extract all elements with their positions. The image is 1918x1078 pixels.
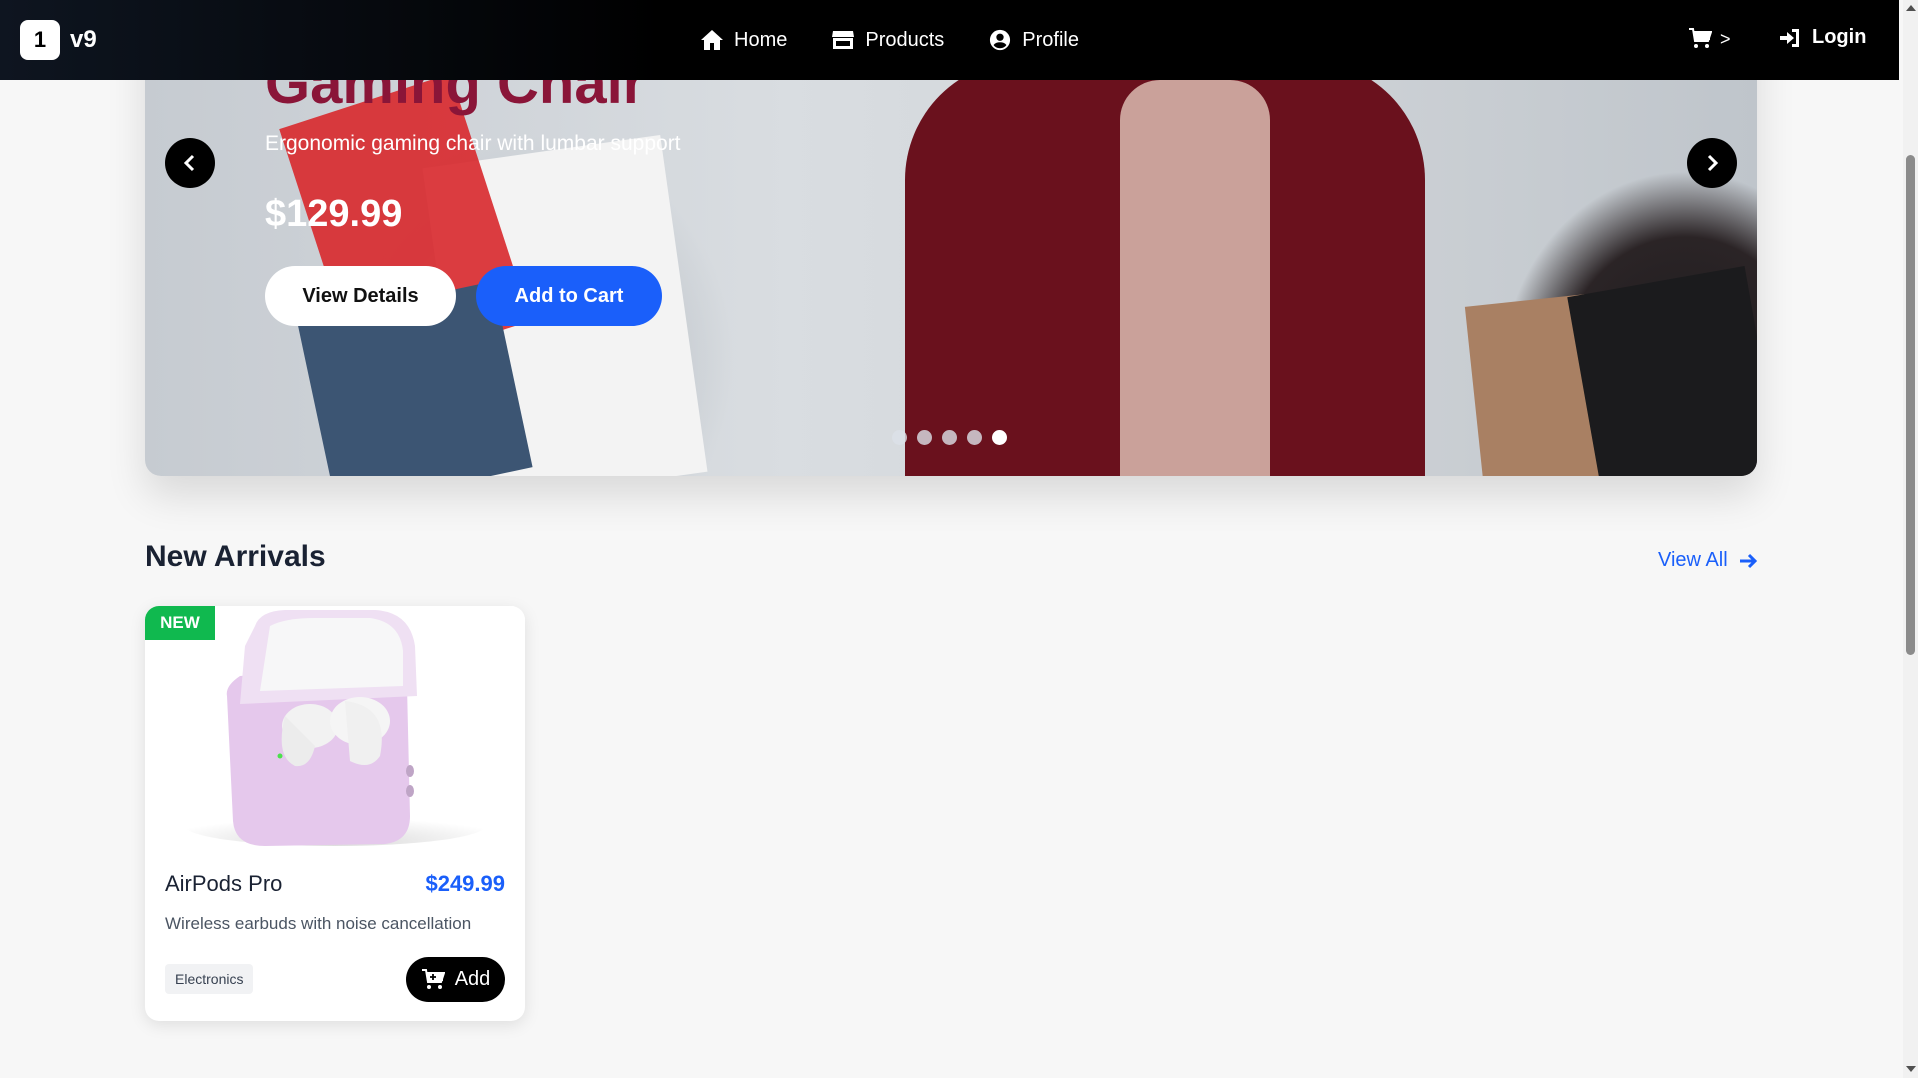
cart-label: > — [1720, 28, 1731, 49]
nav-link-profile[interactable]: Profile — [988, 29, 1079, 52]
scroll-up-arrow[interactable] — [1906, 5, 1916, 11]
nav-link-home[interactable]: Home — [700, 29, 787, 52]
hero-subtitle: Ergonomic gaming chair with lumbar suppo… — [265, 132, 681, 155]
product-description: Wireless earbuds with noise cancellation — [165, 914, 472, 933]
cart-button[interactable]: > — [1688, 28, 1731, 50]
category-tag: Electronics — [165, 964, 254, 994]
add-to-cart-button[interactable]: Add to Cart — [476, 266, 662, 326]
carousel-prev-button[interactable] — [165, 138, 215, 188]
hero-image-shape — [1567, 266, 1757, 476]
nav-links: Home Products Profile — [700, 0, 1079, 80]
scrollbar-thumb[interactable] — [1906, 155, 1915, 655]
carousel-dot[interactable] — [967, 430, 982, 445]
nav-link-label: Products — [865, 28, 945, 51]
view-all-label: View All — [1658, 549, 1728, 571]
carousel-dot[interactable] — [942, 430, 957, 445]
chevron-left-icon — [183, 154, 195, 172]
carousel-dot-active[interactable] — [992, 430, 1007, 445]
arrow-right-icon — [1739, 553, 1757, 568]
carousel-indicators — [892, 430, 1007, 445]
sign-in-icon — [1780, 28, 1799, 47]
nav-link-label: Profile — [1022, 28, 1079, 51]
nav-link-label: Home — [734, 28, 788, 51]
cart-plus-icon — [421, 968, 445, 989]
airpods-image — [185, 610, 485, 846]
page-scrollbar[interactable] — [1903, 0, 1918, 1078]
nav-link-products[interactable]: Products — [831, 29, 944, 52]
chevron-right-icon — [1707, 154, 1719, 172]
new-badge: NEW — [145, 606, 215, 640]
hero-image-shape — [1120, 80, 1270, 476]
home-icon — [701, 30, 723, 50]
hero-price: $129.99 — [265, 193, 403, 235]
carousel-next-button[interactable] — [1687, 138, 1737, 188]
logo-mark[interactable]: 1 — [20, 20, 60, 60]
add-label: Add — [454, 968, 491, 990]
add-button[interactable]: Add — [406, 957, 505, 1002]
view-details-button[interactable]: View Details — [265, 266, 456, 326]
top-navbar: 1 v9 Home Products Profile > Login — [0, 0, 1899, 80]
cart-icon — [1689, 28, 1712, 48]
product-name[interactable]: AirPods Pro — [165, 871, 282, 897]
login-button[interactable]: Login — [1778, 26, 1866, 49]
user-circle-icon — [990, 29, 1011, 51]
scroll-down-arrow[interactable] — [1906, 1066, 1916, 1072]
product-card[interactable]: NEW AirPods Pro $249.99 Wireless earbuds… — [145, 606, 525, 1021]
carousel-dot[interactable] — [917, 430, 932, 445]
product-price: $249.99 — [425, 871, 505, 896]
carousel-dot[interactable] — [892, 430, 907, 445]
product-image[interactable] — [145, 606, 525, 846]
store-icon — [832, 31, 855, 49]
logo-text[interactable]: v9 — [70, 26, 97, 54]
view-all-link[interactable]: View All — [1658, 549, 1758, 572]
section-title: New Arrivals — [145, 540, 326, 573]
login-label: Login — [1812, 26, 1867, 48]
